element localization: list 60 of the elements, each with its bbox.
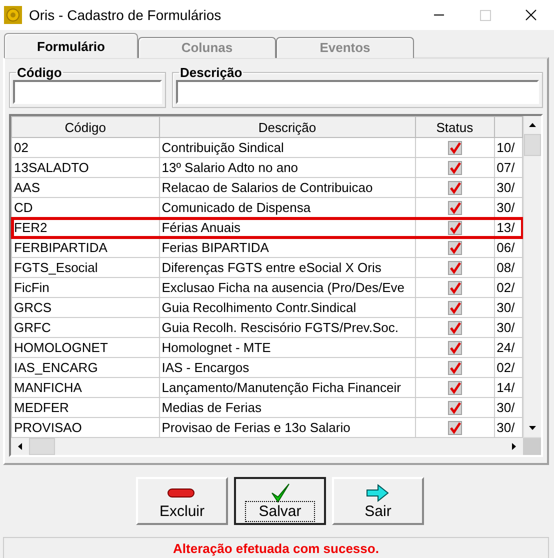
table-cell: Lançamento/Manutenção Ficha Financeir bbox=[159, 378, 416, 398]
filter-label: Descrição bbox=[179, 65, 244, 80]
checkbox[interactable] bbox=[448, 381, 462, 396]
table-cell: Guia Recolh. Rescisório FGTS/Prev.Soc. bbox=[159, 318, 416, 338]
table-cell: Exclusao Ficha na ausencia (Pro/Des/Eve bbox=[159, 278, 416, 298]
table-cell: CD bbox=[12, 198, 160, 218]
checkbox[interactable] bbox=[448, 241, 462, 256]
checkbox[interactable] bbox=[448, 141, 462, 156]
checkbox[interactable] bbox=[448, 281, 462, 296]
scroll-thumb[interactable] bbox=[524, 134, 541, 156]
table-cell: Ferias BIPARTIDA bbox=[159, 238, 416, 258]
delete-button[interactable]: Excluir bbox=[136, 477, 228, 525]
table-cell: 02 bbox=[12, 138, 160, 158]
table-cell: PROVISAO bbox=[12, 418, 160, 438]
table-cell: Diferenças FGTS entre eSocial X Oris bbox=[159, 258, 416, 278]
table-cell: IAS - Encargos bbox=[159, 358, 416, 378]
checkbox[interactable] bbox=[448, 201, 462, 216]
table-cell: Guia Recolhimento Contr.Sindical bbox=[159, 298, 416, 318]
filter-label: Código bbox=[16, 65, 63, 80]
checkbox[interactable] bbox=[448, 161, 462, 176]
window-title: Oris - Cadastro de Formulários bbox=[29, 7, 222, 23]
checkbox[interactable] bbox=[448, 401, 462, 416]
checkbox[interactable] bbox=[448, 361, 462, 376]
table-cell: GRFC bbox=[12, 318, 160, 338]
input-field[interactable] bbox=[176, 80, 539, 104]
table-cell: Relacao de Salarios de Contribuicao bbox=[159, 178, 416, 198]
tab[interactable]: Formulário bbox=[4, 33, 138, 58]
checkbox[interactable] bbox=[448, 321, 462, 336]
table-cell: HOMOLOGNET bbox=[12, 338, 160, 358]
table-cell: AAS bbox=[12, 178, 160, 198]
table-cell: MANFICHA bbox=[12, 378, 160, 398]
table-cell: GRCS bbox=[12, 298, 160, 318]
exit-button[interactable]: Sair bbox=[332, 477, 424, 525]
column-header[interactable]: Status bbox=[415, 116, 494, 138]
app-icon bbox=[4, 6, 22, 24]
checkbox[interactable] bbox=[448, 341, 462, 356]
table-cell: Medias de Ferias bbox=[159, 398, 416, 418]
scrollbar-corner bbox=[523, 438, 541, 455]
checkbox[interactable] bbox=[448, 221, 462, 236]
column-header[interactable]: Código bbox=[12, 116, 160, 138]
table-cell: FGTS_Esocial bbox=[12, 258, 160, 278]
checkbox[interactable] bbox=[448, 421, 462, 436]
scroll-thumb[interactable] bbox=[29, 438, 55, 455]
vertical-scrollbar[interactable] bbox=[523, 116, 541, 437]
table-cell: Homolognet - MTE bbox=[159, 338, 416, 358]
checkbox[interactable] bbox=[448, 261, 462, 276]
save-button[interactable]: Salvar bbox=[234, 477, 326, 525]
table-cell: FERBIPARTIDA bbox=[12, 238, 160, 258]
column-header[interactable]: Descrição bbox=[159, 116, 416, 138]
checkbox[interactable] bbox=[448, 301, 462, 316]
table-cell: Contribuição Sindical bbox=[159, 138, 416, 158]
table-cell: 13SALADTO bbox=[12, 158, 160, 178]
table-cell: 13º Salario Adto no ano bbox=[159, 158, 416, 178]
table-cell: FicFin bbox=[12, 278, 160, 298]
table-cell: MEDFER bbox=[12, 398, 160, 418]
checkbox[interactable] bbox=[448, 181, 462, 196]
table-cell: Provisao de Ferias e 13o Salario bbox=[159, 418, 416, 438]
status-message: Alteração efetuada com sucesso. bbox=[173, 540, 379, 556]
table-cell: IAS_ENCARG bbox=[12, 358, 160, 378]
input-field[interactable] bbox=[13, 80, 162, 104]
